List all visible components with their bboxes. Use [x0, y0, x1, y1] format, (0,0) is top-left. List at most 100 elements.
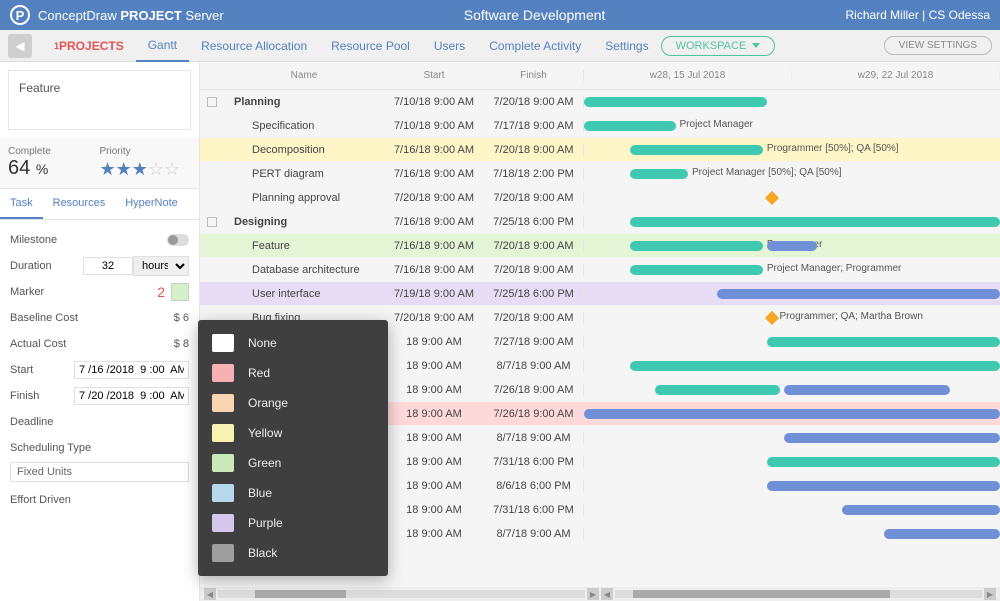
gantt-bar[interactable] [655, 385, 780, 395]
collapse-sidebar-button[interactable]: ◀ [8, 34, 32, 58]
scheduling-value[interactable]: Fixed Units [10, 462, 189, 482]
col-finish[interactable]: Finish [484, 70, 584, 81]
task-bar-area [584, 354, 1000, 378]
color-option-yellow[interactable]: Yellow [198, 418, 388, 448]
nav-resource-pool[interactable]: Resource Pool [319, 30, 422, 62]
color-option-red[interactable]: Red [198, 358, 388, 388]
task-finish: 7/27/18 9:00 AM [484, 336, 584, 348]
scroll-right-icon[interactable]: ▶ [587, 588, 599, 600]
col-start[interactable]: Start [384, 70, 484, 81]
stats-row: Complete 64 % Priority ★★★☆☆ [0, 138, 199, 189]
main: Feature Complete 64 % Priority ★★★☆☆ Tas… [0, 62, 1000, 601]
gantt-row[interactable]: PERT diagram7/16/18 9:00 AM7/18/18 2:00 … [200, 162, 1000, 186]
row-checkbox[interactable] [207, 97, 217, 107]
week-28: w28, 15 Jul 2018 [584, 70, 792, 81]
color-swatch [212, 514, 234, 532]
gantt-bar[interactable] [784, 433, 1000, 443]
scroll-right-icon-2[interactable]: ▶ [984, 588, 996, 600]
gantt-bar[interactable] [767, 241, 817, 251]
task-finish: 8/7/18 9:00 AM [484, 528, 584, 540]
task-name: Database architecture [224, 264, 384, 276]
gantt-bar[interactable] [767, 481, 1000, 491]
gantt-bar[interactable]: Project Manager [50%]; QA [50%] [630, 169, 688, 179]
milestone-toggle[interactable] [167, 234, 189, 246]
color-option-green[interactable]: Green [198, 448, 388, 478]
gantt-bar[interactable] [767, 337, 1000, 347]
row-checkbox[interactable] [207, 217, 217, 227]
task-finish: 7/31/18 6:00 PM [484, 504, 584, 516]
gantt-bar[interactable] [767, 457, 1000, 467]
color-option-black[interactable]: Black [198, 538, 388, 568]
view-settings-button[interactable]: VIEW SETTINGS [884, 36, 992, 55]
task-finish: 7/20/18 9:00 AM [484, 192, 584, 204]
color-option-orange[interactable]: Orange [198, 388, 388, 418]
gantt-bar[interactable] [630, 217, 1000, 227]
workspace-button[interactable]: WORKSPACE [661, 36, 776, 56]
gantt-bar[interactable] [717, 289, 1000, 299]
task-finish: 8/7/18 9:00 AM [484, 432, 584, 444]
color-option-blue[interactable]: Blue [198, 478, 388, 508]
gantt-bar[interactable]: Project Manager; Programmer [630, 265, 763, 275]
duration-input[interactable] [83, 257, 133, 275]
start-input[interactable] [74, 361, 189, 379]
task-bar-area [584, 210, 1000, 234]
milestone-icon[interactable] [765, 310, 779, 324]
task-start: 18 9:00 AM [384, 528, 484, 540]
milestone-icon[interactable] [765, 190, 779, 204]
task-bar-area [584, 402, 1000, 426]
nav-resource-allocation[interactable]: Resource Allocation [189, 30, 319, 62]
start-label: Start [10, 364, 74, 376]
task-bar-area [584, 330, 1000, 354]
gantt-row[interactable]: Feature7/16/18 9:00 AM7/20/18 9:00 AMPro… [200, 234, 1000, 258]
gantt-bar[interactable] [630, 361, 1000, 371]
priority-stars[interactable]: ★★★☆☆ [100, 159, 192, 180]
gantt-bar[interactable] [842, 505, 1000, 515]
scroll-left-icon-2[interactable]: ◀ [601, 588, 613, 600]
task-finish: 7/18/18 2:00 PM [484, 168, 584, 180]
user-info[interactable]: Richard Miller | CS Odessa [846, 8, 991, 22]
color-option-none[interactable]: None [198, 328, 388, 358]
gantt-row[interactable]: Designing7/16/18 9:00 AM7/25/18 6:00 PM [200, 210, 1000, 234]
task-bar-area [584, 186, 1000, 210]
gantt-row[interactable]: Database architecture7/16/18 9:00 AM7/20… [200, 258, 1000, 282]
gantt-bar[interactable]: Project Manager [584, 121, 676, 131]
marker-color-menu[interactable]: NoneRedOrangeYellow Green BluePurpleBlack [198, 320, 388, 576]
gantt-row[interactable]: Planning approval7/20/18 9:00 AM7/20/18 … [200, 186, 1000, 210]
gantt-bar[interactable] [584, 97, 767, 107]
task-start: 7/10/18 9:00 AM [384, 120, 484, 132]
col-name[interactable]: Name [224, 70, 384, 81]
nav-users[interactable]: Users [422, 30, 477, 62]
nav-projects[interactable]: 1PROJECTS [42, 30, 136, 62]
tab-hypernote[interactable]: HyperNote [115, 189, 188, 219]
scroll-left-icon[interactable]: ◀ [204, 588, 216, 600]
task-name: Planning [224, 96, 384, 108]
nav-gantt[interactable]: Gantt [136, 30, 189, 62]
gantt-row[interactable]: Decomposition7/16/18 9:00 AM7/20/18 9:00… [200, 138, 1000, 162]
actual-cost-value: $ 8 [119, 338, 189, 350]
finish-input[interactable] [74, 387, 189, 405]
gantt-bar[interactable]: Programmer [630, 241, 763, 251]
duration-unit-select[interactable]: hours [133, 256, 189, 276]
nav-settings[interactable]: Settings [593, 30, 660, 62]
task-start: 7/16/18 9:00 AM [384, 240, 484, 252]
app-name: ConceptDraw PROJECT Server [38, 8, 224, 23]
gantt-bar[interactable] [784, 385, 950, 395]
gantt-bar[interactable]: Programmer [50%]; QA [50%] [630, 145, 763, 155]
gantt-row[interactable]: User interface7/19/18 9:00 AM7/25/18 6:0… [200, 282, 1000, 306]
timeline-header: w28, 15 Jul 2018 w29, 22 Jul 2018 [584, 70, 1000, 81]
h-scrollbar[interactable]: ◀ ▶ ◀ ▶ [200, 587, 1000, 601]
tab-resources[interactable]: Resources [43, 189, 116, 219]
gantt-row[interactable]: Planning7/10/18 9:00 AM7/20/18 9:00 AM [200, 90, 1000, 114]
task-finish: 7/26/18 9:00 AM [484, 408, 584, 420]
color-label: Green [248, 456, 281, 470]
gantt-row[interactable]: Specification7/10/18 9:00 AM7/17/18 9:00… [200, 114, 1000, 138]
color-option-purple[interactable]: Purple [198, 508, 388, 538]
task-name-box[interactable]: Feature [8, 70, 191, 130]
priority-label: Priority [100, 146, 192, 157]
marker-swatch[interactable] [171, 283, 189, 301]
tab-task[interactable]: Task [0, 189, 43, 219]
task-finish: 8/7/18 9:00 AM [484, 360, 584, 372]
gantt-bar[interactable] [884, 529, 1000, 539]
nav-complete-activity[interactable]: Complete Activity [477, 30, 593, 62]
gantt-bar[interactable] [584, 409, 1000, 419]
